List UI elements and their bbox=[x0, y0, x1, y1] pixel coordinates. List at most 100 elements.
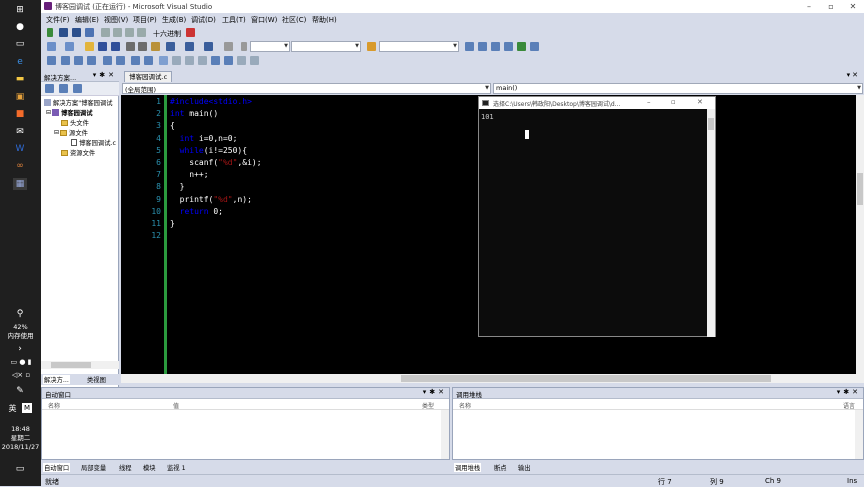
menu-window[interactable]: 窗口(W) bbox=[251, 15, 277, 25]
panel-pin-close-icons[interactable]: ▾✱✕ bbox=[837, 388, 861, 396]
start-page-icon[interactable] bbox=[517, 42, 526, 51]
save-all-icon[interactable] bbox=[111, 42, 120, 51]
toggle-bookmark-icon[interactable] bbox=[159, 56, 168, 65]
chevron-right-icon[interactable]: › bbox=[13, 343, 27, 355]
tab-locals[interactable]: 局部变量 bbox=[81, 463, 106, 472]
start-icon[interactable] bbox=[241, 42, 247, 51]
tree-folder-resource-files[interactable]: 资源文件 bbox=[61, 148, 95, 157]
show-next-statement-icon[interactable] bbox=[101, 28, 110, 37]
scroll-thumb[interactable] bbox=[857, 173, 863, 205]
tree-file-main-c[interactable]: 博客园调试.c bbox=[71, 138, 116, 147]
tab-main-c[interactable]: 博客园调试.c bbox=[124, 71, 173, 82]
undo-icon[interactable] bbox=[166, 42, 175, 51]
toolbox-icon[interactable] bbox=[504, 42, 513, 51]
panel-pin-close-icons[interactable]: ▾✱✕ bbox=[423, 388, 447, 396]
task-view-icon[interactable]: ▭ bbox=[13, 38, 27, 50]
maximize-button[interactable]: ▫ bbox=[820, 0, 842, 13]
save-icon[interactable] bbox=[98, 42, 107, 51]
add-item-icon[interactable] bbox=[65, 42, 74, 51]
find-in-files-icon[interactable] bbox=[367, 42, 376, 51]
tab-output[interactable]: 输出 bbox=[518, 463, 531, 472]
restart-icon[interactable] bbox=[85, 28, 94, 37]
volume-icon[interactable]: ◁× ▫ bbox=[3, 369, 39, 381]
edge-icon[interactable]: e bbox=[13, 56, 27, 68]
complete-word-icon[interactable] bbox=[87, 56, 96, 65]
clear-bookmarks-icon[interactable] bbox=[250, 56, 259, 65]
console-minimize-button[interactable]: – bbox=[647, 98, 651, 106]
tab-strip-controls[interactable]: ▾✕ bbox=[847, 71, 860, 79]
code-line[interactable]: n++; bbox=[170, 170, 208, 179]
mail-icon[interactable]: ✉ bbox=[13, 126, 27, 138]
ime-mode-icon[interactable]: M bbox=[22, 403, 32, 413]
paste-icon[interactable] bbox=[151, 42, 160, 51]
minimize-button[interactable]: – bbox=[798, 0, 820, 13]
continue-icon[interactable] bbox=[47, 28, 53, 37]
object-browser-icon[interactable] bbox=[491, 42, 500, 51]
editor-vertical-scrollbar[interactable] bbox=[856, 95, 864, 374]
uncomment-icon[interactable] bbox=[144, 56, 153, 65]
copy-icon[interactable] bbox=[138, 42, 147, 51]
autos-scrollbar[interactable] bbox=[441, 410, 449, 459]
mi-icon[interactable]: ■ bbox=[13, 108, 27, 120]
next-bookmark-icon[interactable] bbox=[185, 56, 194, 65]
menu-view[interactable]: 视图(V) bbox=[104, 15, 128, 25]
close-button[interactable]: ✕ bbox=[842, 0, 864, 13]
code-line[interactable]: #include<stdio.h> bbox=[170, 97, 252, 106]
call-stack-scrollbar[interactable] bbox=[855, 410, 863, 459]
properties-icon[interactable] bbox=[45, 84, 54, 93]
tab-autos[interactable]: 自动窗口 bbox=[43, 463, 71, 472]
menu-file[interactable]: 文件(F) bbox=[46, 15, 70, 25]
tree-solution[interactable]: 解决方案"博客园调试 bbox=[44, 98, 113, 107]
code-line[interactable]: } bbox=[170, 219, 175, 228]
collapse-icon[interactable]: ⊟ bbox=[54, 129, 59, 136]
parameter-info-icon[interactable] bbox=[61, 56, 70, 65]
solution-platform-dropdown[interactable]: ▼ bbox=[291, 41, 361, 52]
console-scrollbar[interactable] bbox=[707, 109, 715, 337]
store-icon[interactable]: ▣ bbox=[13, 91, 27, 103]
col-name[interactable]: 名称 bbox=[48, 401, 60, 410]
show-all-files-icon[interactable] bbox=[59, 84, 68, 93]
tab-class-view[interactable]: 类视图 bbox=[87, 375, 106, 384]
menu-community[interactable]: 社区(C) bbox=[282, 15, 306, 25]
properties-icon[interactable] bbox=[478, 42, 487, 51]
scope-dropdown[interactable]: (全局范围) ▼ bbox=[122, 83, 491, 94]
stop-debugging-icon[interactable] bbox=[72, 28, 81, 37]
solution-explorer-icon[interactable] bbox=[465, 42, 474, 51]
find-combo[interactable]: ▼ bbox=[379, 41, 459, 52]
console-maximize-button[interactable]: ▫ bbox=[671, 98, 676, 106]
open-file-icon[interactable] bbox=[85, 42, 94, 51]
comment-out-icon[interactable] bbox=[131, 56, 140, 65]
col-value[interactable]: 值 bbox=[173, 401, 179, 410]
solution-explorer-hscroll[interactable] bbox=[41, 361, 119, 369]
scroll-thumb[interactable] bbox=[708, 118, 714, 130]
code-line[interactable]: while(i!=250){ bbox=[170, 146, 247, 155]
menu-project[interactable]: 项目(P) bbox=[133, 15, 157, 25]
navigate-forward-icon[interactable] bbox=[224, 42, 233, 51]
console-close-button[interactable]: ✕ bbox=[697, 98, 703, 106]
redo-icon[interactable] bbox=[185, 42, 194, 51]
collapse-icon[interactable]: ⊟ bbox=[46, 109, 51, 116]
tab-call-stack[interactable]: 调用堆栈 bbox=[454, 463, 482, 472]
tree-folder-source-files[interactable]: ⊟ 源文件 bbox=[54, 128, 88, 137]
cortana-icon[interactable]: ● bbox=[13, 21, 27, 33]
col-name[interactable]: 名称 bbox=[459, 401, 471, 410]
tray-icons[interactable]: ▭ ● ▮ bbox=[3, 356, 39, 368]
previous-bookmark-icon[interactable] bbox=[172, 56, 181, 65]
menu-debug[interactable]: 调试(D) bbox=[191, 15, 216, 25]
increase-indent-icon[interactable] bbox=[116, 56, 125, 65]
hex-display-button[interactable]: 十六进制 bbox=[153, 29, 181, 39]
col-language[interactable]: 语言 bbox=[843, 401, 855, 410]
tree-project[interactable]: ⊟ 博客园调试 bbox=[46, 108, 93, 117]
tab-breakpoints[interactable]: 断点 bbox=[494, 463, 507, 472]
col-type[interactable]: 类型 bbox=[422, 401, 434, 410]
file-explorer-icon[interactable]: ▬ bbox=[13, 73, 27, 85]
tab-watch-1[interactable]: 监视 1 bbox=[167, 463, 186, 472]
menu-edit[interactable]: 编辑(E) bbox=[75, 15, 99, 25]
app-icon[interactable]: ∞ bbox=[13, 160, 27, 172]
tab-solution-explorer[interactable]: 解决方... bbox=[43, 375, 70, 384]
scroll-thumb[interactable] bbox=[401, 375, 771, 382]
code-line[interactable]: scanf("%d",&i); bbox=[170, 158, 261, 167]
previous-bookmark-folder-icon[interactable] bbox=[198, 56, 207, 65]
menu-help[interactable]: 帮助(H) bbox=[312, 15, 337, 25]
decrease-indent-icon[interactable] bbox=[103, 56, 112, 65]
